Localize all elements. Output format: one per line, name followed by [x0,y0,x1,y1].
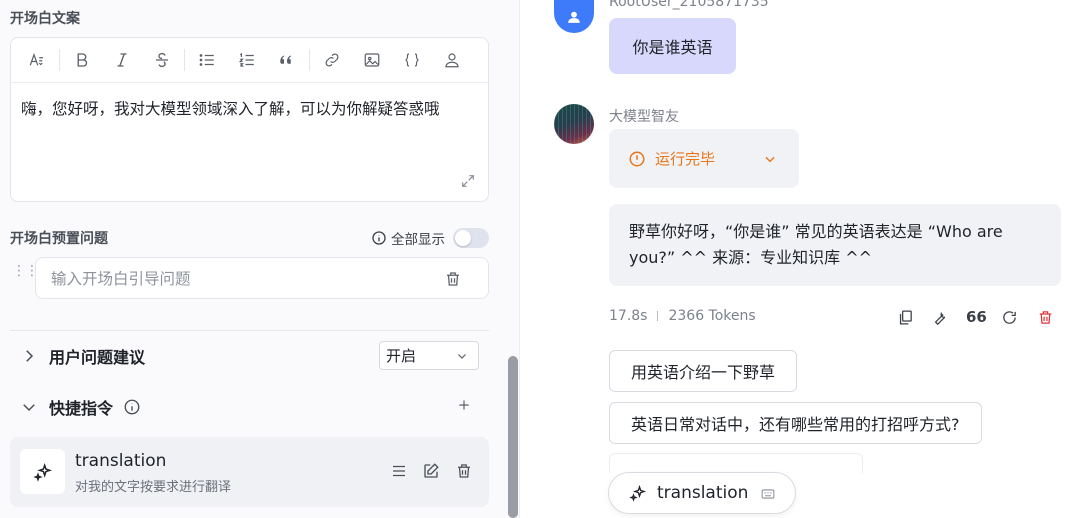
info-icon [372,231,386,245]
bold-icon[interactable] [62,38,102,83]
bullet-list-icon[interactable] [187,38,227,83]
menu-icon[interactable] [390,462,408,480]
show-all-control: 全部显示 [371,228,489,248]
meta-divider [657,311,659,321]
add-icon[interactable] [457,398,471,412]
keyboard-icon [761,489,775,499]
delete-icon[interactable] [444,270,462,288]
edit-icon[interactable] [422,462,440,480]
editor-toolbar [11,38,488,83]
chevron-down-icon [458,354,466,359]
suggestion-chip-partial[interactable] [609,453,863,473]
toolbar-divider [309,49,310,71]
info-icon[interactable] [123,398,141,416]
user-avatar [554,0,594,33]
show-all-label: 全部显示 [391,232,445,248]
user-icon[interactable] [432,38,472,83]
chevron-down-icon[interactable] [763,152,777,166]
opening-text[interactable]: 嗨，您好呀，我对大模型领域深入了解，可以为你解疑答惑哦 [11,83,488,135]
copy-icon[interactable] [897,309,914,326]
suggest-select-value: 开启 [386,347,417,365]
app-root: 开场白文案 嗨，您好呀，我对大模型领域深入了解，可以为你解疑答惑哦 开场白预置问… [0,0,1082,518]
bot-avatar [554,104,594,144]
toolbar-divider [59,49,60,71]
chevron-down-icon[interactable] [20,398,38,416]
alert-circle-icon [629,151,645,166]
quote-icon[interactable] [267,38,307,83]
opening-section-title: 开场白文案 [10,11,80,27]
link-icon[interactable] [312,38,352,83]
ordered-list-icon[interactable] [227,38,267,83]
preset-input-placeholder: 输入开场白引导问题 [51,270,191,288]
suggestion-chip[interactable]: 英语日常对话中，还有哪些常用的打招呼方式? [609,402,982,444]
scrollbar[interactable] [508,356,518,518]
shortcut-title: 快捷指令 [49,399,114,418]
show-all-toggle[interactable] [453,228,489,248]
user-name: RootUser_2105871735 [609,0,769,10]
user-message: 你是谁英语 [609,18,736,74]
wrench-icon[interactable] [931,309,948,326]
italic-icon[interactable] [102,38,142,83]
command-icon-box [20,449,65,494]
sparkle-icon [32,462,52,482]
command-card[interactable]: translation 对我的文字按要求进行翻译 [10,437,489,507]
quote-icon[interactable]: 66 [966,308,987,326]
suggestion-chip[interactable]: 用英语介绍一下野草 [609,350,798,392]
suggest-section: 用户问题建议 开启 [10,341,489,371]
text-style-icon[interactable] [17,38,57,83]
run-status-text: 运行完毕 [655,150,716,168]
response-meta: 17.8s 2366 Tokens [609,308,756,324]
delete-icon[interactable] [455,462,473,480]
suggest-select[interactable]: 开启 [379,341,479,370]
preset-header: 开场白预置问题 全部显示 [10,228,489,248]
command-pill-label: translation [657,483,749,503]
code-block-icon[interactable] [392,38,432,83]
chevron-right-icon[interactable] [20,347,38,365]
config-panel: 开场白文案 嗨，您好呀，我对大模型领域深入了解，可以为你解疑答惑哦 开场白预置问… [0,0,520,518]
response-duration: 17.8s [609,308,648,324]
user-icon [568,11,580,23]
strikethrough-icon[interactable] [142,38,182,83]
response-tokens: 2366 Tokens [668,308,756,324]
sparkle-icon [629,484,647,502]
suggest-title: 用户问题建议 [49,348,146,367]
command-pill[interactable]: translation [608,472,796,514]
preset-section-title: 开场白预置问题 [10,231,108,247]
command-desc: 对我的文字按要求进行翻译 [75,480,232,495]
preset-question-input[interactable]: 输入开场白引导问题 [35,257,489,299]
expand-icon[interactable] [460,173,476,189]
image-icon[interactable] [352,38,392,83]
section-divider [10,330,489,331]
toolbar-divider [184,49,185,71]
delete-icon[interactable] [1037,309,1054,326]
command-name: translation [75,451,167,471]
opening-editor[interactable]: 嗨，您好呀，我对大模型领域深入了解，可以为你解疑答惑哦 [10,37,489,202]
refresh-icon[interactable] [1001,309,1018,326]
bot-message: 野草你好呀，“你是谁” 常见的英语表达是 “Who are you?” ^^ 来… [609,204,1061,286]
shortcut-section: 快捷指令 [10,392,489,422]
run-status[interactable]: 运行完毕 [609,129,799,188]
bot-name: 大模型智友 [609,109,679,125]
